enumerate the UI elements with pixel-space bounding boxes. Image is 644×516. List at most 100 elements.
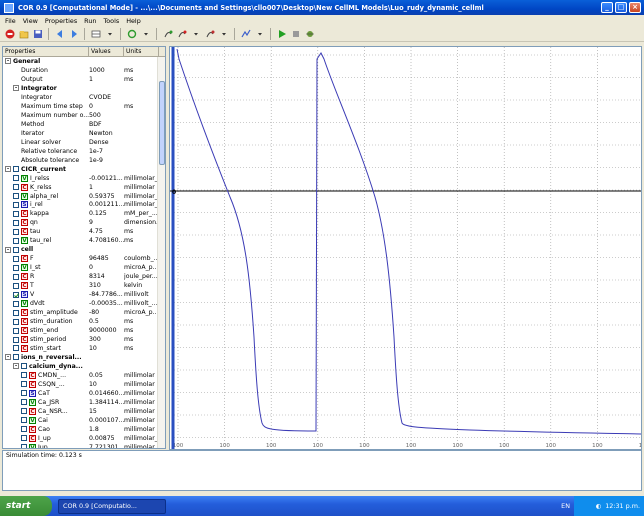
property-value[interactable]: 4.708160... [89,237,124,244]
tree-row[interactable]: Valpha_rel0.59375millimolar_... [3,192,165,201]
plot-checkbox[interactable] [21,408,27,415]
plot-checkbox[interactable] [13,291,19,298]
chevron-down-icon[interactable] [254,28,265,39]
plot-checkbox[interactable] [13,237,19,244]
property-value[interactable]: 0.5 [89,318,124,325]
pause-icon[interactable] [290,28,301,39]
tree-row[interactable]: C R 8314 joule_per... [3,272,165,281]
chevron-down-icon[interactable] [190,28,201,39]
property-value[interactable]: BDF [89,121,124,128]
property-value[interactable]: 0.00875 [89,435,124,442]
run-icon[interactable] [276,28,287,39]
tree-row[interactable]: C CSQN_... 10 millimolar [3,380,165,389]
property-value[interactable]: 9000000 [89,327,124,334]
property-value[interactable]: 7.721301... [89,444,124,448]
property-value[interactable]: 1000 [89,67,124,74]
graph-canvas[interactable]: 100100100100100100100100100100100 0 [170,47,642,450]
property-value[interactable]: 310 [89,282,124,289]
plot-checkbox[interactable] [13,193,19,200]
save-icon[interactable] [32,28,43,39]
plot-checkbox[interactable] [13,273,19,280]
expand-collapse-toggle[interactable]: - [5,246,11,253]
plot-checkbox[interactable] [13,175,19,182]
tree-row[interactable]: V Jup 7.721301... millimolar... [3,443,165,448]
tree-group[interactable]: - Integrator [3,84,165,93]
plot-checkbox[interactable] [21,399,27,406]
property-value[interactable]: Dense [89,139,124,146]
tree-row[interactable]: Cstim_end 9000000 ms [3,326,165,335]
plot-checkbox[interactable] [13,184,19,191]
plot-checkbox[interactable] [13,228,19,235]
property-value[interactable]: -0.00121... [89,175,124,182]
tree-row[interactable]: S V -84.7786... millivolt [3,290,165,299]
tree-row[interactable]: Iterator Newton [3,129,165,138]
plot-checkbox[interactable] [21,444,27,448]
tree-group[interactable]: - calcium_dyna... [3,362,165,371]
tree-row[interactable]: Si_rel0.001211...millimolar_... [3,201,165,210]
minimize-button[interactable]: _ [601,2,613,13]
plot-checkbox[interactable] [13,345,19,352]
scrollbar-thumb[interactable] [159,81,165,165]
tree-row[interactable]: C CMDN_... 0.05 millimolar [3,371,165,380]
plot-checkbox[interactable] [13,210,19,217]
tree-row[interactable]: C Cao 1.8 millimolar [3,425,165,434]
plot-checkbox[interactable] [21,435,27,442]
plot-checkbox[interactable] [21,426,27,433]
tree-row[interactable]: Cqn 9 dimension... [3,218,165,227]
plot-checkbox[interactable] [13,219,19,226]
column-header-units[interactable]: Units [124,47,159,56]
graph-settings-icon[interactable] [240,28,251,39]
plot-checkbox[interactable] [13,264,19,271]
plot-checkbox[interactable] [13,354,19,361]
tree-row[interactable]: Method BDF [3,120,165,129]
property-value[interactable]: 0.000107... [89,417,124,424]
property-value[interactable]: 0 [89,103,124,110]
expand-collapse-toggle[interactable]: - [5,354,11,361]
debug-icon[interactable] [304,28,315,39]
open-icon[interactable] [18,28,29,39]
tree-row[interactable]: Linear solver Dense [3,138,165,147]
property-value[interactable]: -84.7786... [89,291,124,298]
tree-row[interactable]: Cstim_amplitude -80 microA_p... [3,308,165,317]
plot-checkbox[interactable] [13,318,19,325]
tree-row[interactable]: Vtau_rel 4.708160... ms [3,236,165,245]
expand-collapse-toggle[interactable]: - [5,166,11,173]
language-indicator[interactable]: EN [561,502,570,510]
tree-row[interactable]: C F 96485 coulomb_... [3,254,165,263]
plot-checkbox[interactable] [21,417,27,424]
tree-row[interactable]: V Cai 0.000107... millimolar [3,416,165,425]
property-value[interactable]: 1.8 [89,426,124,433]
property-value[interactable]: 0.014660... [89,390,124,397]
tree-row[interactable]: Duration 1000 ms [3,66,165,75]
property-value[interactable]: 96485 [89,255,124,262]
refresh-icon[interactable] [126,28,137,39]
property-value[interactable]: 1.384114... [89,399,124,406]
tree-row[interactable]: V Ca_JSR 1.384114... millimolar [3,398,165,407]
tree-row[interactable]: Cstim_start 10 ms [3,344,165,353]
tree-group[interactable]: - ions_n_reversal... [3,353,165,362]
stop-icon[interactable] [4,28,15,39]
plot-checkbox[interactable] [13,309,19,316]
tree-row[interactable]: VI_relss-0.00121...millimolar_... [3,174,165,183]
start-button[interactable]: start [0,496,52,516]
plot-checkbox[interactable] [13,336,19,343]
plot-checkbox[interactable] [21,372,27,379]
tree-row[interactable]: V I_st 0 microA_p... [3,263,165,272]
property-value[interactable]: 1 [89,184,124,191]
property-value[interactable]: 1 [89,76,124,83]
property-value[interactable]: -0.00035... [89,300,124,307]
menu-tools[interactable]: Tools [103,17,119,25]
tree-row[interactable]: Ckappa 0.125 mM_per_... [3,209,165,218]
property-value[interactable]: 15 [89,408,124,415]
back-icon[interactable] [54,28,65,39]
tree-group[interactable]: - cell [3,245,165,254]
tray-icon[interactable]: ◐ [596,502,602,510]
tree-row[interactable]: Maximum time step 0 ms [3,102,165,111]
property-value[interactable]: 1e-9 [89,157,124,164]
property-value[interactable]: 4.75 [89,228,124,235]
property-value[interactable]: 0.05 [89,372,124,379]
property-value[interactable]: -80 [89,309,124,316]
chevron-down-icon[interactable] [140,28,151,39]
property-value[interactable]: 0.59375 [89,193,124,200]
remove-icon[interactable] [176,28,187,39]
